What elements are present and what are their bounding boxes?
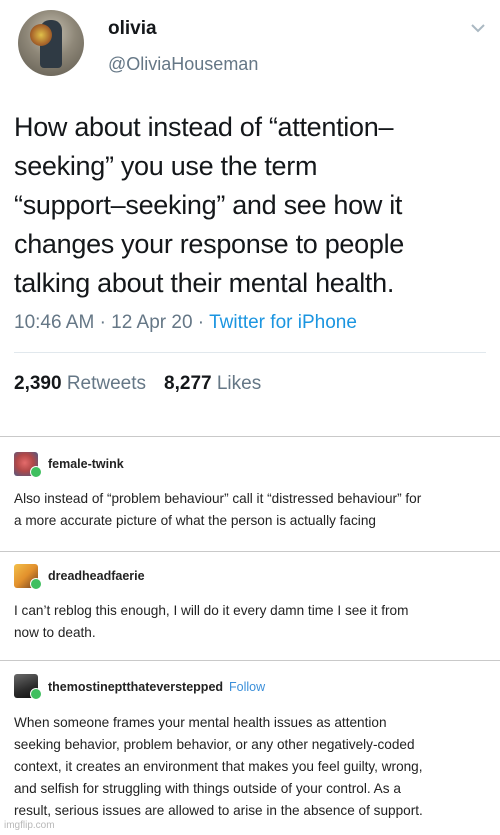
divider [14,352,486,353]
tweet-source-link[interactable]: Twitter for iPhone [209,312,357,333]
post-username-row: themostineptthateverstepped Follow [48,680,265,694]
avatar-flowers [30,24,52,46]
post-body: Also instead of “problem behaviour” call… [14,488,492,532]
post-text-line: and selfish for struggling with things o… [14,781,401,796]
tweet-time[interactable]: 10:46 AM [14,312,94,333]
tweet-text-line: changes your response to people [14,229,404,259]
imgflip-watermark: imgflip.com [4,820,55,831]
meta-dot: · [99,312,112,333]
display-name[interactable]: olivia [108,18,157,40]
reblog-post: themostineptthateverstepped Follow When s… [0,672,500,832]
post-body: When someone frames your mental health i… [14,712,492,822]
post-separator [0,551,500,552]
post-separator [0,436,500,437]
post-username[interactable]: dreadheadfaerie [48,569,145,583]
tweet-text-line: seeking” you use the term [14,151,318,181]
tweet-text: How about instead of “attention– seeking… [14,108,494,303]
likes-stat[interactable]: 8,277 Likes [164,373,261,394]
chevron-down-icon[interactable] [470,22,486,34]
post-text-line: context, it creates an environment that … [14,759,423,774]
plus-badge-icon [30,688,42,700]
tweet-text-line: “support–seeking” and see how it [14,190,403,220]
likes-count: 8,277 [164,373,212,394]
user-handle[interactable]: @OliviaHouseman [108,54,258,75]
tweet-date[interactable]: 12 Apr 20 [111,312,192,333]
tweet-card: olivia @OliviaHouseman How about instead… [0,0,500,410]
meta-dot: · [197,312,210,333]
plus-badge-icon [30,466,42,478]
follow-button[interactable]: Follow [229,680,265,694]
post-text-line: When someone frames your mental health i… [14,715,387,730]
post-username[interactable]: female-twink [48,457,124,471]
plus-badge-icon [30,578,42,590]
retweets-stat[interactable]: 2,390 Retweets [14,373,146,394]
tweet-text-line: How about instead of “attention– [14,112,394,142]
post-text-line: result, serious issues are allowed to ar… [14,803,423,818]
reblog-post: dreadheadfaerie I can’t reblog this enou… [0,560,500,660]
post-text-line: a more accurate picture of what the pers… [14,513,376,528]
tweet-meta: 10:46 AM · 12 Apr 20 · Twitter for iPhon… [14,312,357,334]
post-text-line: now to death. [14,625,96,640]
tweet-text-line: talking about their mental health. [14,268,395,298]
reblog-post: female-twink Also instead of “problem be… [0,448,500,548]
retweets-label: Retweets [66,373,147,394]
post-body: I can’t reblog this enough, I will do it… [14,600,492,644]
retweets-count: 2,390 [14,373,62,394]
profile-avatar[interactable] [18,10,84,76]
post-username[interactable]: themostineptthateverstepped [48,680,223,694]
post-separator [0,660,500,661]
tweet-stats: 2,390 Retweets 8,277 Likes [14,373,261,395]
post-text-line: I can’t reblog this enough, I will do it… [14,603,409,618]
likes-label: Likes [216,373,262,394]
post-text-line: seeking behavior, problem behavior, or a… [14,737,415,752]
post-text-line: Also instead of “problem behaviour” call… [14,491,422,506]
